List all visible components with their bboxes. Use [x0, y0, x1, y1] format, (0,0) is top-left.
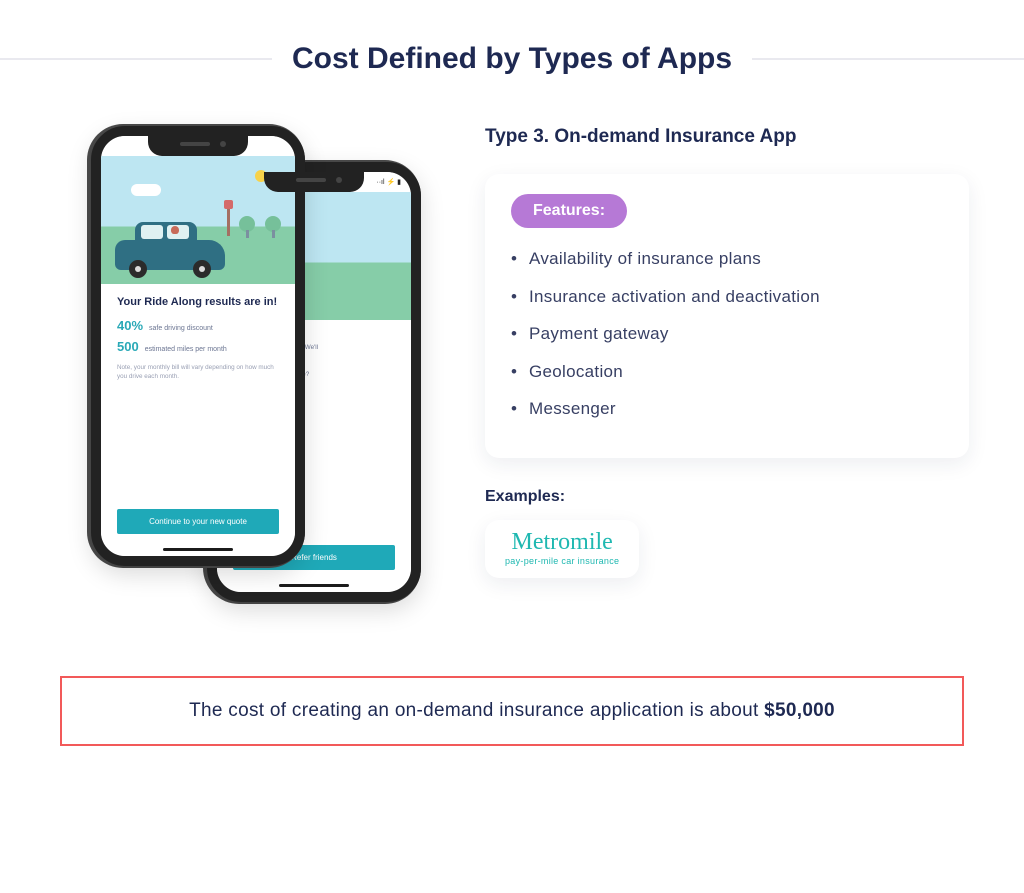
phone-front-note: Note, your monthly bill will vary depend… [117, 364, 279, 382]
phone-notch [264, 170, 364, 192]
cost-callout: The cost of creating an on-demand insura… [60, 676, 964, 746]
cost-text: The cost of creating an on-demand insura… [189, 700, 764, 721]
features-label: Features: [511, 194, 627, 228]
feature-item: Messenger [529, 396, 943, 422]
divider-left [0, 58, 272, 60]
phone-front-heading: Your Ride Along results are in! [117, 296, 279, 308]
home-indicator [279, 584, 349, 587]
title-row: Cost Defined by Types of Apps [0, 42, 1024, 76]
mailbox-icon [227, 206, 230, 236]
phones-mockup: ··ıl ⚡ ▮ e have finish [55, 126, 435, 636]
examples-label: Examples: [485, 488, 969, 506]
phone-front: Your Ride Along results are in! 40% safe… [91, 126, 305, 566]
feature-item: Payment gateway [529, 321, 943, 347]
feature-item: Geolocation [529, 359, 943, 385]
divider-right [752, 58, 1024, 60]
example-tagline: pay-per-mile car insurance [505, 556, 619, 566]
metric-discount: 40% safe driving discount [117, 318, 279, 333]
metric-miles: 500 estimated miles per month [117, 339, 279, 354]
type-heading: Type 3. On-demand Insurance App [485, 126, 969, 148]
features-card: Features: Availability of insurance plan… [485, 174, 969, 458]
example-card-metromile: Metromile pay-per-mile car insurance [485, 520, 639, 578]
car-icon [115, 240, 225, 270]
feature-item: Availability of insurance plans [529, 246, 943, 272]
example-logo-text: Metromile [512, 530, 613, 554]
cloud-icon [131, 184, 161, 196]
cost-value: $50,000 [764, 700, 835, 721]
details-column: Type 3. On-demand Insurance App Features… [485, 126, 969, 578]
features-list: Availability of insurance plans Insuranc… [511, 246, 943, 422]
feature-item: Insurance activation and deactivation [529, 284, 943, 310]
phone-notch [148, 134, 248, 156]
home-indicator [163, 548, 233, 551]
continue-quote-button[interactable]: Continue to your new quote [117, 509, 279, 534]
page-title: Cost Defined by Types of Apps [292, 42, 732, 76]
content-row: ··ıl ⚡ ▮ e have finish [0, 126, 1024, 636]
status-icons: ··ıl ⚡ ▮ [376, 178, 401, 186]
